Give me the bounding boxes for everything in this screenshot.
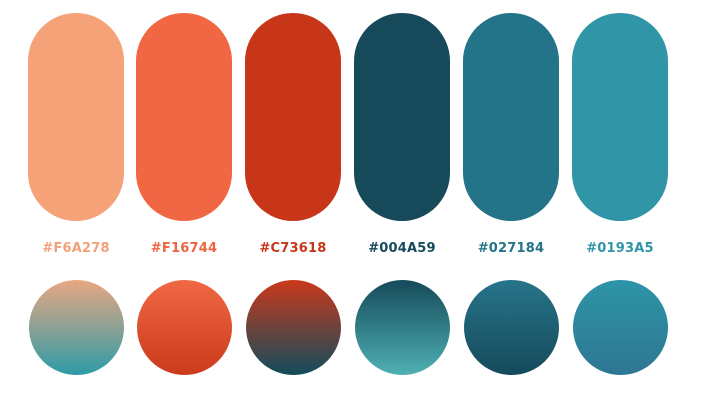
- color-swatch-pill: [245, 13, 341, 221]
- gradient-swatch-circle: [137, 280, 232, 375]
- hex-code-label: #0193A5: [586, 241, 654, 256]
- gradient-swatch-circle: [355, 280, 450, 375]
- color-swatch-pill: [463, 13, 559, 221]
- color-swatch-pill: [354, 13, 450, 221]
- gradient-swatch-circle: [464, 280, 559, 375]
- hex-code-label: #004A59: [368, 241, 436, 256]
- hex-code-label: #027184: [477, 241, 545, 256]
- hex-code-label: #C73618: [259, 241, 327, 256]
- swatch-column: #0193A5: [572, 0, 668, 407]
- gradient-swatch-circle: [29, 280, 124, 375]
- color-swatch-pill: [572, 13, 668, 221]
- hex-code-label: #F16744: [150, 241, 218, 256]
- gradient-swatch-circle: [246, 280, 341, 375]
- swatch-column: #027184: [463, 0, 559, 407]
- hex-code-label: #F6A278: [42, 241, 110, 256]
- color-swatch-pill: [136, 13, 232, 221]
- swatch-column: #F6A278: [28, 0, 124, 407]
- swatch-column: #004A59: [354, 0, 450, 407]
- swatch-column: #C73618: [245, 0, 341, 407]
- gradient-swatch-circle: [573, 280, 668, 375]
- color-swatch-pill: [28, 13, 124, 221]
- swatch-column: #F16744: [136, 0, 232, 407]
- color-palette: #F6A278 #F16744 #C73618 #004A59 #027184 …: [0, 0, 703, 407]
